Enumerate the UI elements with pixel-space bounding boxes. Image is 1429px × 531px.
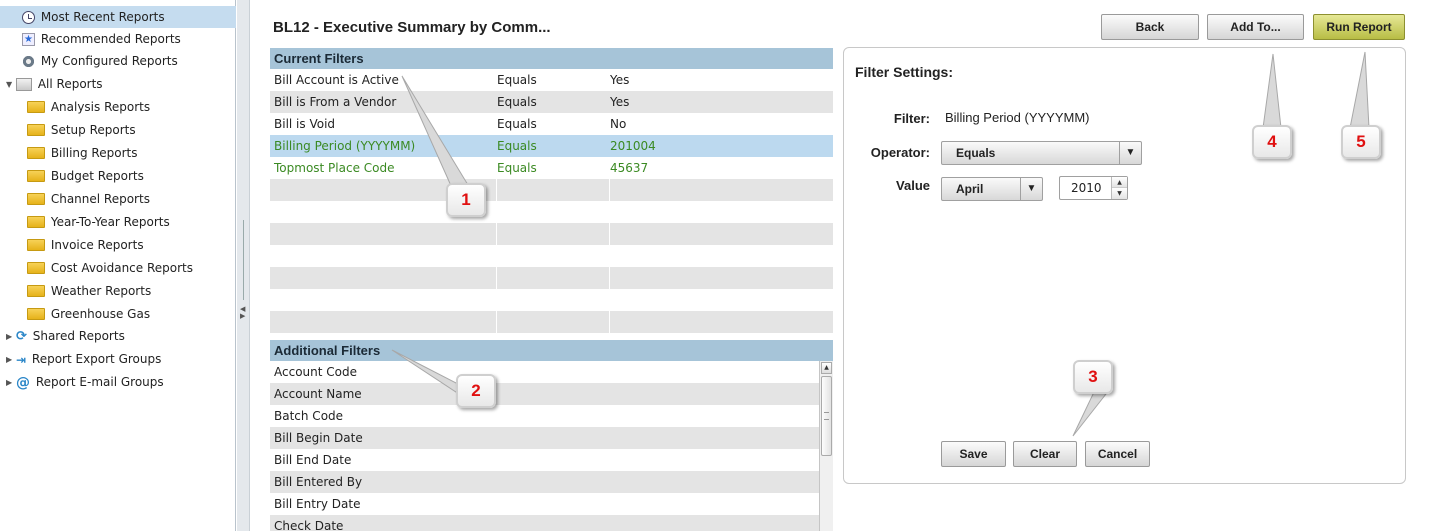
callout-pointer-3 (1072, 391, 1107, 437)
callout-badge-4: 4 (1252, 125, 1292, 159)
callout-badge-5: 5 (1341, 125, 1381, 159)
callout-pointer-2 (391, 349, 463, 398)
callout-pointer-5 (1349, 51, 1370, 129)
callout-pointer-4 (1262, 53, 1282, 129)
callout-pointers (391, 51, 1370, 437)
callout-badge-2: 2 (456, 374, 496, 408)
callout-badge-1: 1 (446, 183, 486, 217)
callout-pointer-1 (401, 75, 469, 189)
callout-badge-3: 3 (1073, 360, 1113, 394)
